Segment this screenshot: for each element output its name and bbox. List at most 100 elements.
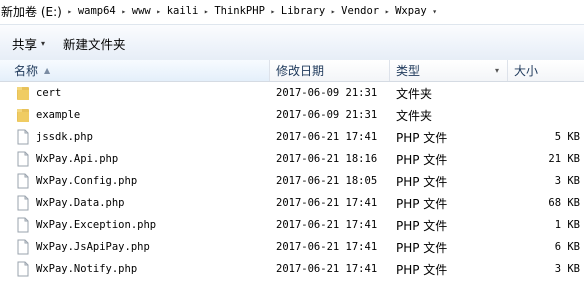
breadcrumb-wxpay[interactable]: Wxpay	[393, 5, 429, 17]
file-type: PHP 文件	[390, 151, 508, 168]
file-type: PHP 文件	[390, 217, 508, 234]
file-type-label: PHP 文件	[396, 262, 448, 277]
column-header-name[interactable]: 名称 ▲	[0, 60, 270, 81]
file-row[interactable]: jssdk.php 2017-06-21 17:41 PHP 文件 5 KB	[0, 126, 584, 148]
file-icon	[17, 217, 29, 233]
file-row[interactable]: example 2017-06-09 21:31 文件夹	[0, 104, 584, 126]
file-name-cell[interactable]: WxPay.Api.php	[0, 151, 270, 167]
file-name: WxPay.JsApiPay.php	[36, 241, 150, 253]
file-row[interactable]: WxPay.Api.php 2017-06-21 18:16 PHP 文件 21…	[0, 148, 584, 170]
file-type: PHP 文件	[390, 195, 508, 212]
file-date: 2017-06-21 17:41	[276, 241, 378, 253]
column-header-row: 名称 ▲ 修改日期 类型 ▾ 大小	[0, 60, 584, 82]
file-size: 68 KB	[548, 197, 580, 209]
file-name-cell[interactable]: WxPay.Config.php	[0, 173, 270, 189]
file-name-cell[interactable]: WxPay.Notify.php	[0, 261, 270, 277]
file-name-cell[interactable]: WxPay.Data.php	[0, 195, 270, 211]
breadcrumb-separator-icon[interactable]: ▸	[153, 7, 165, 16]
breadcrumb-separator-icon[interactable]: ▸	[381, 7, 393, 16]
breadcrumb-wamp64[interactable]: wamp64	[76, 5, 118, 17]
column-header-size-label: 大小	[514, 64, 539, 78]
file-type-label: PHP 文件	[396, 152, 448, 167]
column-header-size[interactable]: 大小	[508, 60, 584, 81]
breadcrumb-separator-icon[interactable]: ▸	[267, 7, 279, 16]
breadcrumb-thinkphp[interactable]: ThinkPHP	[212, 5, 267, 17]
share-button[interactable]: 共享 ▾	[6, 31, 51, 55]
file-icon	[17, 261, 29, 277]
file-name-cell[interactable]: cert	[0, 85, 270, 101]
share-button-label: 共享	[12, 36, 38, 52]
file-date: 2017-06-09 21:31	[276, 87, 378, 99]
file-name: WxPay.Exception.php	[36, 219, 157, 231]
breadcrumb-separator-icon[interactable]: ▸	[64, 7, 76, 16]
file-type-label: PHP 文件	[396, 218, 448, 233]
breadcrumb-vendor[interactable]: Vendor	[339, 5, 381, 17]
file-type-label: 文件夹	[396, 108, 433, 123]
file-list: cert 2017-06-09 21:31 文件夹 example 2017-0…	[0, 82, 584, 284]
file-size: 3 KB	[554, 263, 580, 275]
file-row[interactable]: WxPay.Exception.php 2017-06-21 17:41 PHP…	[0, 214, 584, 236]
column-header-type[interactable]: 类型 ▾	[390, 60, 508, 81]
file-name: cert	[36, 87, 62, 99]
file-date: 2017-06-21 17:41	[276, 197, 378, 209]
file-name: WxPay.Notify.php	[36, 263, 138, 275]
column-header-type-label: 类型	[396, 64, 421, 78]
file-date: 2017-06-21 18:16	[276, 153, 378, 165]
file-date: 2017-06-21 17:41	[276, 263, 378, 275]
file-icon	[17, 195, 29, 211]
file-name: WxPay.Api.php	[36, 153, 119, 165]
file-row[interactable]: cert 2017-06-09 21:31 文件夹	[0, 82, 584, 104]
file-date: 2017-06-21 17:41	[276, 131, 378, 143]
breadcrumb-drive[interactable]: 新加卷 (E:)	[0, 3, 64, 20]
file-icon	[17, 129, 29, 145]
chevron-down-icon: ▾	[41, 38, 46, 48]
file-name: example	[36, 109, 81, 121]
file-row[interactable]: WxPay.JsApiPay.php 2017-06-21 17:41 PHP …	[0, 236, 584, 258]
file-row[interactable]: WxPay.Notify.php 2017-06-21 17:41 PHP 文件…	[0, 258, 584, 280]
file-type: PHP 文件	[390, 173, 508, 190]
file-name-cell[interactable]: WxPay.Exception.php	[0, 217, 270, 233]
file-type: PHP 文件	[390, 261, 508, 278]
column-header-date-label: 修改日期	[276, 64, 325, 78]
file-row[interactable]: WxPay.Config.php 2017-06-21 18:05 PHP 文件…	[0, 170, 584, 192]
breadcrumb-separator-icon[interactable]: ▸	[327, 7, 339, 16]
file-type: 文件夹	[390, 107, 508, 124]
file-name-cell[interactable]: example	[0, 107, 270, 123]
file-type-label: PHP 文件	[396, 174, 448, 189]
address-bar[interactable]: 新加卷 (E:) ▸ wamp64 ▸ www ▸ kaili ▸ ThinkP…	[0, 0, 584, 22]
file-size: 3 KB	[554, 175, 580, 187]
breadcrumb-separator-icon[interactable]: ▸	[118, 7, 130, 16]
file-type-label: PHP 文件	[396, 196, 448, 211]
breadcrumb-library[interactable]: Library	[279, 5, 327, 17]
column-filter-dropdown-icon[interactable]: ▾	[495, 66, 499, 75]
file-type: 文件夹	[390, 85, 508, 102]
breadcrumb-kaili[interactable]: kaili	[165, 5, 201, 17]
file-icon	[17, 151, 29, 167]
file-size: 1 KB	[554, 219, 580, 231]
column-header-name-label: 名称	[14, 64, 39, 78]
column-header-date[interactable]: 修改日期	[270, 60, 390, 81]
file-type: PHP 文件	[390, 129, 508, 146]
command-bar: 共享 ▾ 新建文件夹	[0, 24, 584, 62]
new-folder-button[interactable]: 新建文件夹	[57, 31, 132, 55]
folder-icon	[17, 87, 29, 100]
new-folder-button-label: 新建文件夹	[63, 36, 126, 52]
file-name-cell[interactable]: WxPay.JsApiPay.php	[0, 239, 270, 255]
file-size: 6 KB	[554, 241, 580, 253]
file-type-label: PHP 文件	[396, 240, 448, 255]
file-type: PHP 文件	[390, 239, 508, 256]
file-type-label: PHP 文件	[396, 130, 448, 145]
folder-icon	[17, 109, 29, 122]
file-name: jssdk.php	[36, 131, 93, 143]
file-icon	[17, 173, 29, 189]
file-name-cell[interactable]: jssdk.php	[0, 129, 270, 145]
address-dropdown-icon[interactable]: ▾	[429, 7, 441, 16]
file-size: 5 KB	[554, 131, 580, 143]
file-type-label: 文件夹	[396, 86, 433, 101]
file-date: 2017-06-09 21:31	[276, 109, 378, 121]
file-row[interactable]: WxPay.Data.php 2017-06-21 17:41 PHP 文件 6…	[0, 192, 584, 214]
breadcrumb-www[interactable]: www	[130, 5, 153, 17]
file-date: 2017-06-21 18:05	[276, 175, 378, 187]
breadcrumb-separator-icon[interactable]: ▸	[200, 7, 212, 16]
file-name: WxPay.Config.php	[36, 175, 138, 187]
